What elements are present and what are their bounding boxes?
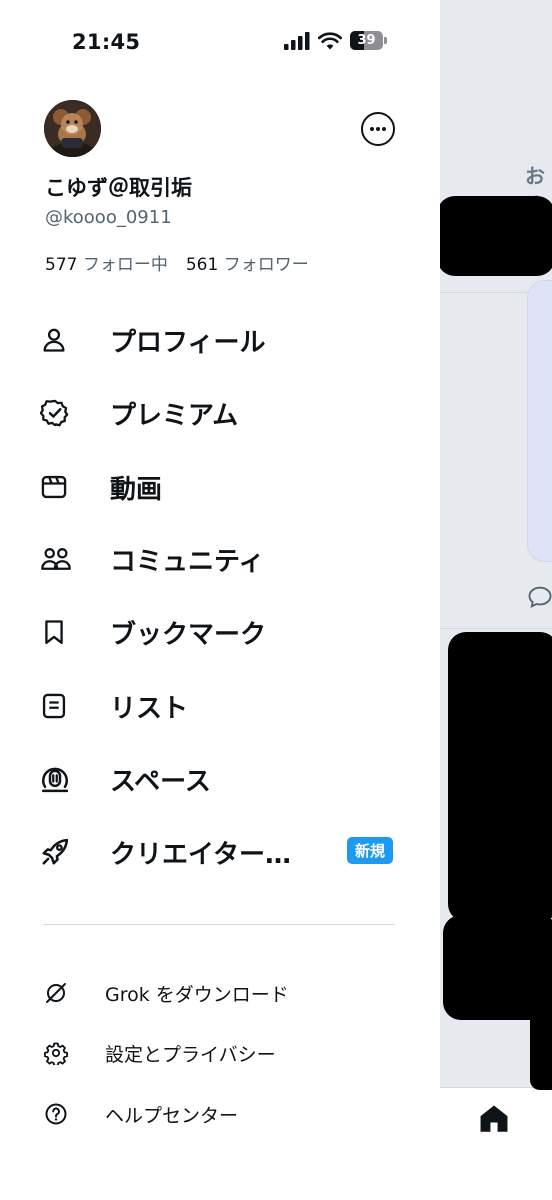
timeline-separator (440, 628, 552, 629)
status-icons: 39 (284, 31, 388, 50)
account-options-button[interactable] (361, 112, 395, 146)
menu-item-bookmarks[interactable]: ブックマーク (40, 602, 400, 662)
menu-item-help[interactable]: ヘルプセンター (44, 1094, 384, 1134)
menu-item-label: コミュニティ (110, 546, 265, 577)
video-icon (40, 467, 80, 507)
signal-icon (284, 31, 310, 50)
menu-item-label: ブックマーク (110, 619, 267, 650)
following-link[interactable]: 577 フォロー中 (45, 255, 168, 275)
more-dots-icon (370, 127, 386, 131)
menu-item-communities[interactable]: コミュニティ (40, 529, 400, 589)
help-icon (44, 1100, 72, 1128)
menu-item-label: 設定とプライバシー (105, 1043, 276, 1066)
gear-icon (44, 1039, 72, 1067)
redaction-mark (448, 632, 552, 922)
following-label: フォロー中 (82, 255, 168, 275)
rocket-icon (40, 832, 80, 872)
side-drawer: 21:45 39 こゆず＠取引垢 @koooo_0911 577 フォロー中 5… (0, 0, 440, 1200)
verified-badge-icon (40, 393, 80, 433)
bookmark-icon (40, 612, 80, 652)
menu-item-video[interactable]: 動画 (40, 457, 400, 517)
profile-handle: @koooo_0911 (45, 207, 172, 228)
home-icon[interactable] (477, 1102, 511, 1136)
menu-item-label: クリエイター… (110, 839, 291, 870)
menu-item-label: リスト (110, 693, 189, 724)
menu-item-settings[interactable]: 設定とプライバシー (44, 1033, 384, 1073)
status-time: 21:45 (72, 30, 141, 54)
menu-item-label: 動画 (110, 474, 163, 505)
redaction-mark (530, 1010, 552, 1090)
menu-item-lists[interactable]: リスト (40, 676, 400, 736)
redaction-mark (443, 915, 552, 1020)
follow-stats: 577 フォロー中 561 フォロワー (45, 250, 309, 275)
menu-item-premium[interactable]: プレミアム (40, 383, 400, 443)
wifi-icon (318, 31, 342, 49)
following-count: 577 (45, 255, 78, 275)
divider (44, 924, 395, 925)
reply-icon (528, 586, 552, 609)
grok-icon (44, 979, 72, 1007)
person-icon (40, 320, 80, 360)
menu-item-label: プレミアム (110, 400, 239, 431)
communities-icon (40, 539, 80, 579)
profile-display-name[interactable]: こゆず＠取引垢 (45, 172, 192, 202)
redaction-mark (437, 196, 552, 276)
followers-link[interactable]: 561 フォロワー (186, 255, 309, 275)
menu-item-grok[interactable]: Grok をダウンロード (44, 973, 384, 1013)
timeline-card (527, 280, 552, 562)
menu-item-spaces[interactable]: スペース (40, 749, 400, 809)
followers-count: 561 (185, 255, 219, 275)
battery-level: 39 (357, 33, 376, 48)
menu-item-profile[interactable]: プロフィール (40, 310, 400, 370)
avatar-image (44, 100, 101, 157)
avatar[interactable] (44, 100, 101, 157)
new-badge: 新規 (347, 837, 394, 864)
menu-item-label: Grok をダウンロード (105, 983, 289, 1006)
bottom-tab-bar (440, 1087, 552, 1200)
menu-item-creator[interactable]: クリエイター… 新規 (40, 822, 400, 882)
spaces-icon (40, 759, 80, 799)
followers-label: フォロワー (223, 255, 309, 275)
menu-item-label: ヘルプセンター (105, 1104, 239, 1127)
menu-item-label: スペース (110, 766, 211, 797)
battery-icon: 39 (350, 31, 388, 50)
menu-item-label: プロフィール (110, 327, 266, 358)
list-icon (40, 686, 80, 726)
